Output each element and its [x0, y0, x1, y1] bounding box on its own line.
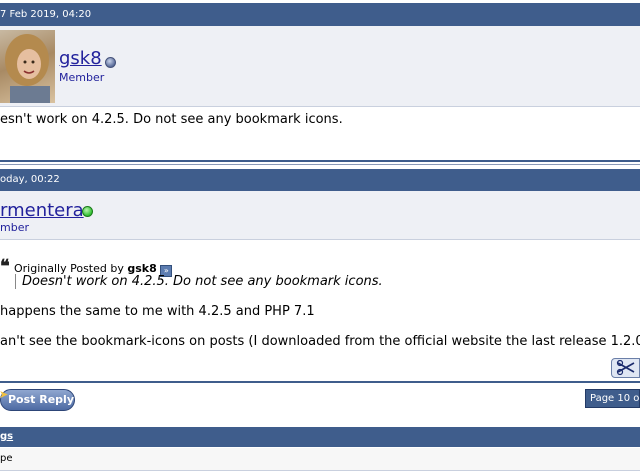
footer-row: pe	[0, 448, 640, 471]
post-reply-button[interactable]: ➤ Post Reply	[0, 388, 75, 411]
post2-header-bar: oday, 00:22	[0, 169, 640, 191]
post2-user-area: rmentera mber	[0, 191, 640, 240]
offline-status-icon	[105, 57, 116, 68]
post1-date: 7 Feb 2019, 04:20	[0, 9, 92, 20]
post1-user-area: gsk8 Member	[0, 26, 640, 107]
post-reply-label: Post Reply	[8, 393, 74, 406]
post2-date: oday, 00:22	[0, 174, 60, 185]
post1-header-bar: 7 Feb 2019, 04:20	[0, 3, 640, 26]
pagination-box[interactable]: Page 10 of	[585, 389, 640, 408]
scissors-icon	[616, 360, 635, 376]
reply-arrow-icon: ➤	[0, 388, 9, 401]
footer-section-link[interactable]: gs	[0, 431, 13, 442]
post1-separator	[0, 160, 640, 162]
post1-separator-thin	[0, 164, 640, 165]
online-status-icon	[82, 206, 93, 217]
post2-user-title: mber	[0, 221, 29, 234]
footer-row-text: pe	[0, 453, 13, 464]
footer-header-bar: gs	[0, 427, 640, 447]
quote-mark-icon: ❝	[0, 256, 10, 277]
post1-avatar[interactable]	[0, 30, 55, 103]
post2-line2: an't see the bookmark-icons on posts (I …	[0, 334, 640, 349]
pagination-label: Page 10 of	[590, 393, 640, 404]
quote-body: Doesn't work on 4.2.5. Do not see any bo…	[15, 274, 383, 289]
post2-line1: happens the same to me with 4.2.5 and PH…	[0, 304, 315, 319]
post2-username-link[interactable]: rmentera	[0, 200, 84, 221]
post1-username-link[interactable]: gsk8	[59, 48, 102, 69]
multi-quote-button[interactable]	[611, 358, 640, 378]
post1-message: esn't work on 4.2.5. Do not see any book…	[0, 112, 343, 127]
post1-user-title: Member	[59, 71, 105, 84]
post2-separator	[0, 381, 640, 383]
